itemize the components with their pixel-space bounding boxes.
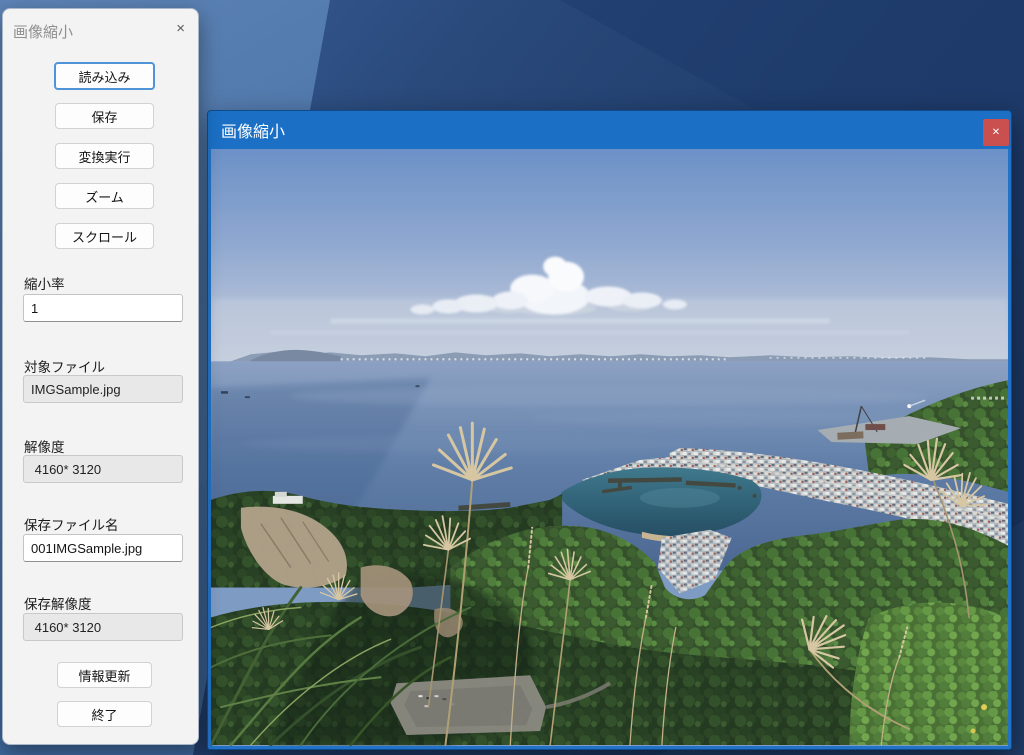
convert-button[interactable]: 変換実行 [55,143,154,169]
zoom-button[interactable]: ズーム [55,183,154,209]
update-info-button[interactable]: 情報更新 [57,662,152,688]
target-file-label: 対象ファイル [24,356,105,376]
landscape-photo [211,149,1008,746]
image-window-title: 画像縮小 [208,118,285,142]
image-window-titlebar[interactable]: 画像縮小 ✕ [208,111,1011,149]
image-window-close-button[interactable]: ✕ [983,119,1009,146]
shrink-ratio-input[interactable] [23,294,183,322]
scroll-button[interactable]: スクロール [55,223,154,249]
save-resolution-label: 保存解像度 [24,593,92,613]
resolution-field [23,455,183,483]
load-button[interactable]: 読み込み [54,62,155,90]
save-filename-label: 保存ファイル名 [24,514,119,534]
target-file-field [23,375,183,403]
close-icon[interactable]: × [176,20,185,37]
control-window-title: 画像縮小 [13,21,73,42]
save-resolution-field [23,613,183,641]
close-icon: ✕ [992,127,1000,138]
resolution-label: 解像度 [24,436,65,456]
control-window: 画像縮小 × 読み込み 保存 変換実行 ズーム スクロール 縮小率 対象ファイル… [2,8,199,745]
save-filename-input[interactable] [23,534,183,562]
exit-button[interactable]: 終了 [57,701,152,727]
shrink-ratio-label: 縮小率 [24,273,65,293]
save-button[interactable]: 保存 [55,103,154,129]
image-window: 画像縮小 ✕ [207,110,1012,750]
